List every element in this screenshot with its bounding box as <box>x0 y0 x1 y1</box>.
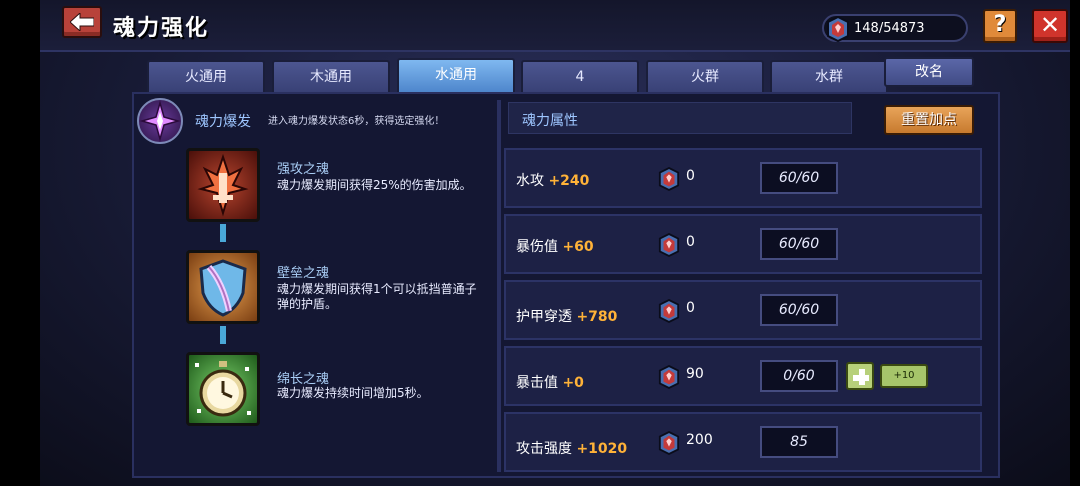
tab-wood-general[interactable]: 木通用 <box>272 60 390 92</box>
skill-description: 魂力爆发期间获得25%的伤害加成。 <box>277 178 472 192</box>
attribute-cost: 0 <box>686 168 695 184</box>
back-button[interactable] <box>62 6 102 38</box>
help-button[interactable]: ? <box>983 9 1017 43</box>
attribute-level: 60/60 <box>760 294 838 326</box>
skill-description: 魂力爆发持续时间增加5秒。 <box>277 386 429 400</box>
soul-currency-display: 148/54873 <box>822 14 968 42</box>
attribute-level: 0/60 <box>760 360 838 392</box>
attribute-cost: 200 <box>686 432 713 448</box>
panel-divider <box>497 100 501 472</box>
tab-fire-group[interactable]: 火群 <box>646 60 764 92</box>
tab-4[interactable]: 4 <box>521 60 639 92</box>
soul-gem-icon <box>658 430 680 456</box>
tab-fire-general[interactable]: 火通用 <box>147 60 265 92</box>
attribute-cost: 0 <box>686 300 695 316</box>
attribute-row: 攻击强度 +1020 200 85 <box>504 412 982 472</box>
attribute-level: 60/60 <box>760 228 838 260</box>
burst-description: 进入魂力爆发状态6秒，获得选定强化！ <box>268 116 445 127</box>
attribute-cost: 90 <box>686 366 704 382</box>
attribute-label: 护甲穿透 +780 <box>516 309 618 325</box>
reset-points-button[interactable]: 重置加点 <box>884 105 974 135</box>
attribute-row: 水攻 +240 0 60/60 <box>504 148 982 208</box>
close-button[interactable]: ✕ <box>1032 9 1068 43</box>
soul-gem-icon <box>658 364 680 390</box>
attribute-level: 60/60 <box>760 162 838 194</box>
attribute-bonus: +0 <box>562 375 584 391</box>
rename-button[interactable]: 改名 <box>884 57 974 87</box>
attribute-bonus: +60 <box>562 239 594 255</box>
attribute-bonus: +240 <box>548 173 590 189</box>
tab-water-general[interactable]: 水通用 <box>397 58 515 92</box>
attribute-label: 攻击强度 +1020 <box>516 441 628 457</box>
soul-gem-icon <box>658 232 680 258</box>
attribute-bonus: +1020 <box>576 441 628 457</box>
letterbox-right <box>1070 0 1080 486</box>
soul-burst-icon <box>137 98 183 144</box>
add-point-button[interactable] <box>846 362 874 390</box>
letterbox-left <box>0 0 40 486</box>
stopwatch-icon[interactable] <box>186 352 260 426</box>
attribute-bonus: +780 <box>576 309 618 325</box>
attribute-row: 暴伤值 +60 0 60/60 <box>504 214 982 274</box>
attribute-label: 暴伤值 +60 <box>516 239 594 255</box>
attribute-row: 暴击值 +0 90 0/60 +10 <box>504 346 982 406</box>
skill-name: 壁垒之魂 <box>277 266 330 281</box>
soul-gem-icon <box>658 166 680 192</box>
attribute-label: 水攻 +240 <box>516 173 590 189</box>
back-arrow-icon <box>70 13 94 31</box>
skill-name: 绵长之魂 <box>277 372 330 387</box>
currency-value: 148/54873 <box>854 21 925 36</box>
flame-sword-icon[interactable] <box>186 148 260 222</box>
skill-description: 魂力爆发期间获得1个可以抵挡普通子弹的护盾。 <box>277 282 477 311</box>
attribute-cost: 0 <box>686 234 695 250</box>
tab-water-group[interactable]: 水群 <box>770 60 888 92</box>
skill-connector <box>220 326 226 344</box>
burst-title: 魂力爆发 <box>195 114 251 130</box>
skill-name: 强攻之魂 <box>277 162 330 177</box>
soul-gem-icon <box>658 298 680 324</box>
shield-icon[interactable] <box>186 250 260 324</box>
game-screen: 魂力强化 148/54873 ? ✕ 火通用 木通用 水通用 4 火群 水群 改… <box>0 0 1080 486</box>
attribute-row: 护甲穿透 +780 0 60/60 <box>504 280 982 340</box>
increment-button[interactable]: +10 <box>880 364 928 388</box>
attributes-title: 魂力属性 <box>522 113 578 129</box>
soul-gem-icon <box>827 16 849 42</box>
attribute-label: 暴击值 +0 <box>516 375 584 391</box>
attribute-level: 85 <box>760 426 838 458</box>
skill-connector <box>220 224 226 242</box>
page-title: 魂力强化 <box>113 16 210 41</box>
